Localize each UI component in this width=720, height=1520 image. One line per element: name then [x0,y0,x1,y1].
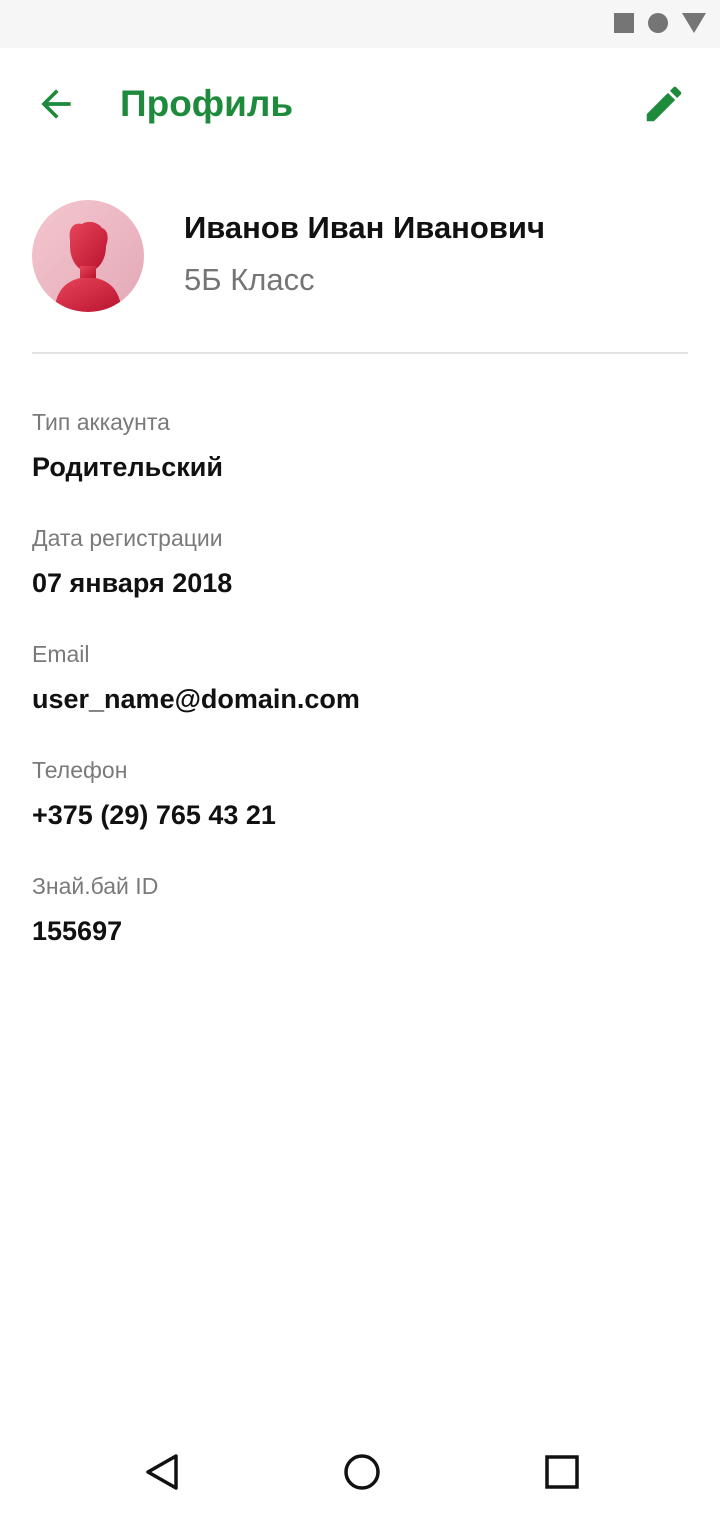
status-bar [0,0,720,48]
field-label: Тип аккаунта [32,409,170,435]
field-value: 07 января 2018 [32,568,233,598]
field-label: Телефон [32,757,128,783]
system-nav-bar [0,1424,720,1520]
triangle-back-icon [146,1454,178,1490]
status-circle-icon [648,13,668,33]
user-avatar-icon [54,221,122,312]
user-full-name: Иванов Иван Иванович [184,210,545,245]
field-value: +375 (29) 765 43 21 [32,800,276,830]
status-triangle-icon [682,13,706,33]
status-square-icon [614,13,634,33]
back-button[interactable] [28,80,84,128]
field-phone: Телефон +375 (29) 765 43 21 [32,756,688,832]
field-value: user_name@domain.com [32,684,360,714]
field-znai-id: Знай.бай ID 155697 [32,872,688,948]
avatar[interactable] [32,200,144,312]
nav-home-button[interactable] [338,1448,386,1496]
square-recents-icon [545,1455,579,1489]
field-label: Email [32,641,90,667]
field-label: Дата регистрации [32,525,223,551]
field-value: 155697 [32,916,123,946]
nav-back-button[interactable] [138,1448,186,1496]
field-label: Знай.бай ID [32,873,159,899]
field-value: Родительский [32,452,223,482]
field-email: Email user_name@domain.com [32,640,688,716]
field-registration-date: Дата регистрации 07 января 2018 [32,524,688,600]
edit-profile-button[interactable] [636,76,692,132]
user-class: 5Б Класс [184,262,315,297]
arrow-left-icon [41,89,71,119]
profile-header: Иванов Иван Иванович 5Б Класс [32,200,688,312]
nav-recents-button[interactable] [538,1448,586,1496]
pencil-icon [646,86,682,122]
field-account-type: Тип аккаунта Родительский [32,408,688,484]
page-title: Профиль [120,83,294,124]
status-icons [614,13,706,33]
app-bar: Профиль [0,48,720,160]
divider [32,352,688,354]
circle-home-icon [344,1454,380,1490]
